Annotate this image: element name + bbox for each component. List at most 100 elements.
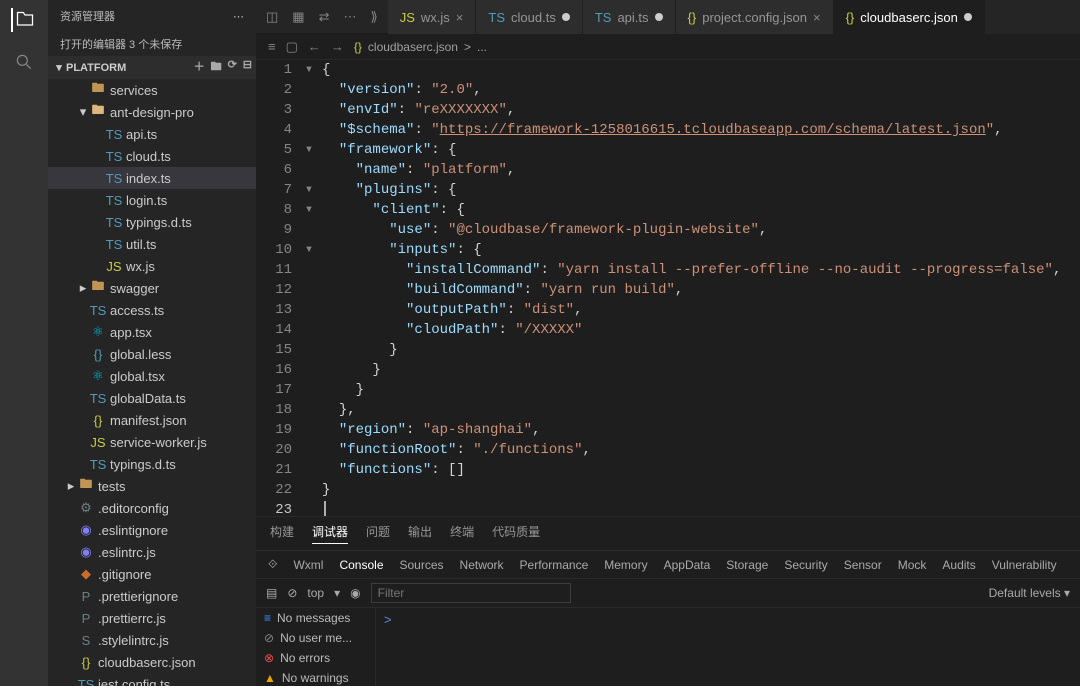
project-section[interactable]: ▾ PLATFORM ＋ 🖿 ⟳ ⊟ (48, 56, 256, 79)
tree-item[interactable]: ⚙.editorconfig (48, 497, 256, 519)
fold-icon[interactable] (302, 480, 316, 500)
refresh-icon[interactable]: ⟳ (228, 58, 237, 77)
tree-item[interactable]: ▸🖿tests (48, 475, 256, 497)
tree-item[interactable]: TSglobalData.ts (48, 387, 256, 409)
toggle-icon[interactable]: ⇄ (319, 9, 330, 25)
fold-icon[interactable] (302, 260, 316, 280)
tree-item[interactable]: TSindex.ts (48, 167, 256, 189)
tree-item[interactable]: TScloud.ts (48, 145, 256, 167)
fold-icon[interactable] (302, 360, 316, 380)
tree-item[interactable]: P.prettierignore (48, 585, 256, 607)
fold-icon[interactable]: ▾ (302, 180, 316, 200)
tree-item[interactable]: TStypings.d.ts (48, 453, 256, 475)
tree-item[interactable]: JSwx.js (48, 255, 256, 277)
devtools-tab[interactable]: Storage (726, 558, 768, 572)
fold-icon[interactable] (302, 300, 316, 320)
toggle-sidebar-icon[interactable]: ≡ (268, 39, 276, 54)
close-icon[interactable]: × (456, 10, 464, 25)
console-summary-row[interactable]: ▲No warnings (256, 668, 375, 686)
editor-tab[interactable]: {}cloudbaserc.json (834, 0, 985, 34)
tree-item[interactable]: JSservice-worker.js (48, 431, 256, 453)
devtools-tab[interactable]: Vulnerability (992, 558, 1057, 572)
console-summary[interactable]: ≡No messages⊘No user me...⊗No errors▲No … (256, 608, 376, 686)
sidebar-toggle-icon[interactable]: ▤ (266, 586, 277, 600)
panel-tab[interactable]: 终端 (450, 523, 474, 544)
tree-item[interactable]: TSapi.ts (48, 123, 256, 145)
editor-tab[interactable]: TSapi.ts (583, 0, 676, 34)
console-summary-row[interactable]: ≡No messages (256, 608, 375, 628)
fold-icon[interactable] (302, 500, 316, 516)
breadcrumb[interactable]: {} cloudbaserc.json > ... (354, 40, 487, 54)
tree-item[interactable]: {}cloudbaserc.json (48, 651, 256, 673)
panel-tab[interactable]: 问题 (366, 523, 390, 544)
code-editor[interactable]: 1234567891011121314151617181920212223 ▾▾… (256, 60, 1080, 516)
fold-icon[interactable]: ▾ (302, 60, 316, 80)
eye-icon[interactable]: ◉ (350, 586, 360, 600)
fold-icon[interactable] (302, 280, 316, 300)
run-icon[interactable]: ⟫ (371, 9, 378, 25)
devtools-tab[interactable]: Audits (942, 558, 975, 572)
editor-tabs[interactable]: JSwx.js×TScloud.tsTSapi.ts{}project.conf… (388, 0, 1080, 34)
devtools-tab[interactable]: Network (460, 558, 504, 572)
close-icon[interactable]: × (813, 10, 821, 25)
tree-item[interactable]: ◉.eslintrc.js (48, 541, 256, 563)
panel-tab[interactable]: 构建 (270, 523, 294, 544)
tree-item[interactable]: TSjest.config.ts (48, 673, 256, 686)
fold-icon[interactable] (302, 320, 316, 340)
filter-input[interactable] (371, 583, 571, 603)
devtools-tab[interactable]: Performance (520, 558, 589, 572)
devtools-tabs[interactable]: ⟐ WxmlConsoleSourcesNetworkPerformanceMe… (256, 551, 1080, 579)
fold-icon[interactable] (302, 120, 316, 140)
fold-icon[interactable]: ▾ (302, 240, 316, 260)
tree-item[interactable]: ⚛app.tsx (48, 321, 256, 343)
more-icon[interactable]: ⋯ (233, 10, 244, 23)
layout-icon[interactable]: ▦ (292, 9, 304, 25)
levels-select[interactable]: Default levels ▾ (989, 586, 1070, 600)
fold-icon[interactable] (302, 400, 316, 420)
fold-icon[interactable] (302, 80, 316, 100)
tree-item[interactable]: P.prettierrc.js (48, 607, 256, 629)
fold-icon[interactable]: ▾ (302, 140, 316, 160)
tree-item[interactable]: TSaccess.ts (48, 299, 256, 321)
context-select[interactable]: top (307, 586, 324, 600)
tree-item[interactable]: S.stylelintrc.js (48, 629, 256, 651)
explorer-icon[interactable] (11, 8, 35, 32)
devtools-tab[interactable]: Console (339, 558, 383, 572)
search-view-icon[interactable] (12, 50, 36, 74)
panel-tabs[interactable]: 构建调试器问题输出终端代码质量 (256, 517, 1080, 551)
tree-item[interactable]: ◆.gitignore (48, 563, 256, 585)
back-icon[interactable]: ← (308, 39, 321, 54)
split-icon[interactable]: ◫ (266, 9, 278, 25)
file-tree[interactable]: 🖿services▾🖿ant-design-proTSapi.tsTScloud… (48, 79, 256, 686)
fold-icon[interactable] (302, 380, 316, 400)
devtools-tab[interactable]: Sensor (844, 558, 882, 572)
code-content[interactable]: { "version": "2.0", "envId": "reXXXXXXX"… (316, 60, 1080, 516)
fold-icon[interactable] (302, 100, 316, 120)
fold-icon[interactable] (302, 440, 316, 460)
devtools-tab[interactable]: Security (784, 558, 827, 572)
devtools-tab[interactable]: Memory (604, 558, 647, 572)
bookmark-icon[interactable]: ▢ (286, 39, 298, 55)
devtools-tab[interactable]: Mock (898, 558, 927, 572)
tree-item[interactable]: {}global.less (48, 343, 256, 365)
new-file-icon[interactable]: ＋ (194, 58, 205, 77)
tree-item[interactable]: {}manifest.json (48, 409, 256, 431)
fold-icon[interactable] (302, 220, 316, 240)
editor-tab[interactable]: {}project.config.json× (676, 0, 834, 34)
console-summary-row[interactable]: ⊗No errors (256, 648, 375, 668)
devtools-tab[interactable]: AppData (664, 558, 711, 572)
forward-icon[interactable]: → (331, 39, 344, 54)
console-output[interactable]: > (376, 608, 1080, 686)
open-editors-label[interactable]: 打开的编辑器 3 个未保存 (48, 32, 256, 56)
inspect-icon[interactable]: ⟐ (268, 557, 277, 572)
tree-item[interactable]: TStypings.d.ts (48, 211, 256, 233)
tree-item[interactable]: 🖿services (48, 79, 256, 101)
panel-tab[interactable]: 输出 (408, 523, 432, 544)
more-icon2[interactable]: ⋯ (344, 9, 357, 25)
fold-icon[interactable] (302, 420, 316, 440)
panel-tab[interactable]: 调试器 (312, 523, 348, 544)
fold-column[interactable]: ▾▾▾▾▾ (302, 60, 316, 516)
tree-item[interactable]: ⚛global.tsx (48, 365, 256, 387)
collapse-icon[interactable]: ⊟ (243, 58, 252, 77)
tree-item[interactable]: TSlogin.ts (48, 189, 256, 211)
